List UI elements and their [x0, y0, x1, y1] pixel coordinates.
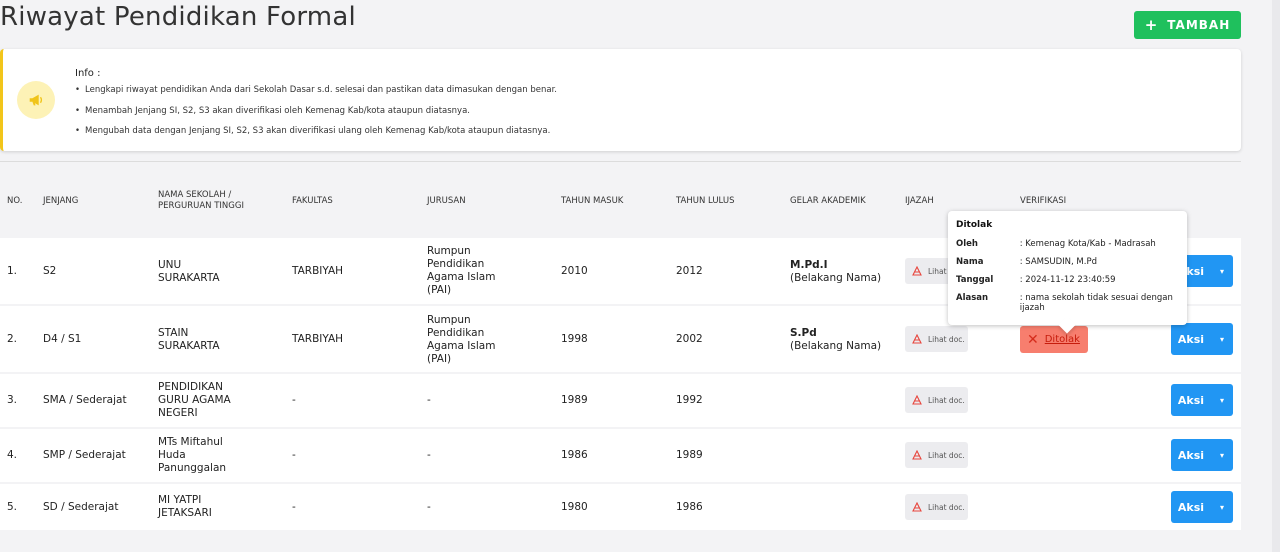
tooltip-oleh: Oleh: Kemenag Kota/Kab - Madrasah [956, 239, 1156, 249]
header-gelar: GELAR AKADEMIK [790, 196, 866, 206]
header-jurusan: JURUSAN [427, 196, 466, 206]
info-item: • Mengubah data dengan Jenjang SI, S2, S3… [75, 126, 551, 136]
header-no: NO. [7, 196, 23, 206]
caret-down-icon: ▾ [1219, 266, 1224, 276]
row-jurusan: Rumpun Pendidikan Agama Islam (PAI) [427, 314, 496, 365]
row-jurusan: Rumpun Pendidikan Agama Islam (PAI) [427, 245, 496, 296]
info-item: • Lengkapi riwayat pendidikan Anda dari S… [75, 85, 557, 95]
add-button-label: TAMBAH [1167, 18, 1231, 32]
row-jurusan: - [427, 394, 431, 406]
row-tahun-masuk: 2010 [561, 265, 588, 277]
table-row: 5. SD / Sederajat MI YATPI JETAKSARI - - … [0, 484, 1241, 530]
row-tahun-lulus: 1992 [676, 394, 703, 406]
row-nama-sekolah: MTs Miftahul Huda Panunggalan [158, 436, 227, 474]
divider [0, 161, 1241, 162]
pdf-icon [912, 395, 922, 405]
plus-icon: + [1144, 16, 1159, 34]
header-verifikasi: VERIFIKASI [1020, 196, 1067, 206]
row-tahun-masuk: 1998 [561, 333, 588, 345]
rejection-tooltip: Ditolak Oleh: Kemenag Kota/Kab - Madrasa… [948, 211, 1187, 334]
pdf-icon [912, 450, 922, 460]
header-fakultas: FAKULTAS [292, 196, 333, 206]
add-button[interactable]: + TAMBAH [1134, 11, 1241, 39]
scrollbar[interactable] [1272, 0, 1280, 552]
row-jurusan: - [427, 449, 431, 461]
row-jenjang: SMA / Sederajat [43, 394, 127, 406]
tooltip-alasan: Alasan: nama sekolah tidak sesuai dengan… [956, 293, 1173, 313]
row-gelar: S.Pd (Belakang Nama) [790, 327, 882, 352]
row-jenjang: D4 / S1 [43, 333, 82, 345]
row-tahun-lulus: 2002 [676, 333, 703, 345]
row-tahun-masuk: 1980 [561, 501, 588, 513]
view-doc-button[interactable]: Lihat doc. [905, 387, 968, 413]
row-no: 1. [7, 265, 18, 277]
tooltip-tanggal: Tanggal: 2024-11-12 23:40:59 [956, 275, 1116, 285]
header-nama-sekolah: NAMA SEKOLAH / PERGURUAN TINGGI [158, 190, 244, 211]
header-jenjang: JENJANG [43, 196, 79, 206]
close-icon: ✕ [1027, 331, 1039, 348]
megaphone-icon [17, 81, 55, 119]
header-ijazah: IJAZAH [905, 196, 934, 206]
info-title: Info : [75, 68, 101, 79]
row-tahun-lulus: 2012 [676, 265, 703, 277]
row-gelar: M.Pd.I (Belakang Nama) [790, 259, 882, 284]
row-nama-sekolah: UNU SURAKARTA [158, 259, 220, 284]
row-no: 4. [7, 449, 18, 461]
caret-down-icon: ▾ [1219, 502, 1224, 512]
caret-down-icon: ▾ [1219, 450, 1224, 460]
info-list: • Lengkapi riwayat pendidikan Anda dari S… [75, 85, 557, 147]
aksi-button[interactable]: Aksi ▾ [1171, 491, 1233, 523]
table-row: 3. SMA / Sederajat PENDIDIKAN GURU AGAMA N… [0, 374, 1241, 427]
caret-down-icon: ▾ [1219, 395, 1224, 405]
aksi-button[interactable]: Aksi ▾ [1171, 384, 1233, 416]
caret-down-icon: ▾ [1219, 334, 1224, 344]
row-fakultas: TARBIYAH [292, 333, 344, 345]
row-tahun-lulus: 1986 [676, 501, 703, 513]
row-no: 3. [7, 394, 18, 406]
view-doc-button[interactable]: Lihat doc. [905, 494, 968, 520]
view-doc-button[interactable]: Lihat doc. [905, 326, 968, 352]
status-ditolak-button[interactable]: ✕ Ditolak [1020, 326, 1088, 353]
header-tahun-lulus: TAHUN LULUS [676, 196, 735, 206]
row-fakultas: - [292, 394, 296, 406]
row-nama-sekolah: MI YATPI JETAKSARI [158, 494, 212, 519]
pdf-icon [912, 266, 922, 276]
row-no: 2. [7, 333, 18, 345]
row-jenjang: S2 [43, 265, 57, 277]
page-title: Riwayat Pendidikan Formal [0, 2, 356, 32]
row-fakultas: TARBIYAH [292, 265, 344, 277]
row-jenjang: SMP / Sederajat [43, 449, 126, 461]
row-jenjang: SD / Sederajat [43, 501, 119, 513]
pdf-icon [912, 334, 922, 344]
row-fakultas: - [292, 449, 296, 461]
info-box: Info : • Lengkapi riwayat pendidikan Anda… [0, 49, 1241, 151]
row-jurusan: - [427, 501, 431, 513]
row-tahun-lulus: 1989 [676, 449, 703, 461]
row-fakultas: - [292, 501, 296, 513]
view-doc-button[interactable]: Lihat doc. [905, 442, 968, 468]
row-nama-sekolah: PENDIDIKAN GURU AGAMA NEGERI [158, 381, 231, 419]
info-item: • Menambah Jenjang SI, S2, S3 akan diveri… [75, 105, 471, 116]
row-tahun-masuk: 1989 [561, 394, 588, 406]
row-tahun-masuk: 1986 [561, 449, 588, 461]
table-row: 4. SMP / Sederajat MTs Miftahul Huda Panun… [0, 429, 1241, 482]
pdf-icon [912, 502, 922, 512]
row-no: 5. [7, 501, 18, 513]
aksi-button[interactable]: Aksi ▾ [1171, 323, 1233, 355]
header-tahun-masuk: TAHUN MASUK [561, 196, 624, 206]
tooltip-title: Ditolak [956, 220, 993, 230]
row-nama-sekolah: STAIN SURAKARTA [158, 327, 220, 352]
tooltip-nama: Nama: SAMSUDIN, M.Pd [956, 257, 1097, 267]
aksi-button[interactable]: Aksi ▾ [1171, 439, 1233, 471]
